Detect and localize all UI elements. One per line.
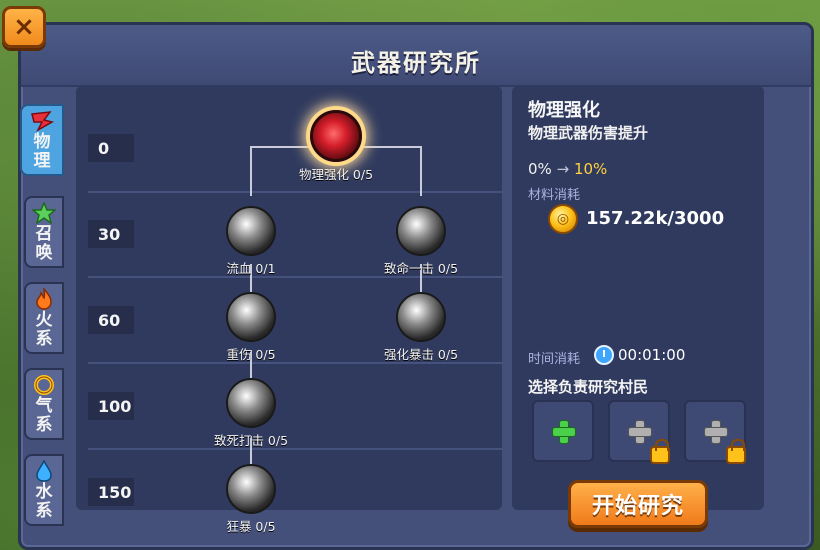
connector bbox=[250, 146, 252, 196]
cost-value: 157.22k/3000 bbox=[586, 208, 725, 229]
stat-next: 10% bbox=[573, 160, 608, 178]
divider bbox=[88, 191, 502, 193]
tier-label: 0 bbox=[88, 134, 134, 162]
skill-description: 物理武器伤害提升 bbox=[528, 124, 649, 142]
tab-label: 火 bbox=[35, 310, 53, 330]
skill-node-physical-boost[interactable]: 物理强化 0/5 bbox=[281, 110, 391, 183]
red-orb-icon bbox=[310, 110, 362, 162]
skill-tree: 0 30 60 100 150 物理强化 0/5 流血 0/1 致命一击 0/5… bbox=[76, 86, 502, 534]
page-title: 武器研究所 bbox=[351, 49, 481, 77]
time-value: 00:01:00 bbox=[618, 346, 686, 364]
skill-title: 物理强化 bbox=[528, 100, 600, 121]
tab-label: 系 bbox=[35, 501, 53, 521]
skill-node-critical[interactable]: 致命一击 0/5 bbox=[366, 206, 476, 277]
gold-coin-icon: ◎ bbox=[548, 204, 578, 234]
tab-label: 系 bbox=[35, 329, 53, 349]
stat-current: 0% bbox=[528, 160, 552, 178]
tab-water[interactable]: 水 系 bbox=[24, 454, 64, 526]
lock-icon bbox=[650, 439, 670, 464]
fire-icon bbox=[32, 288, 56, 310]
tab-fire[interactable]: 火 系 bbox=[24, 282, 64, 354]
red-wing-icon bbox=[30, 110, 54, 132]
time-label: 时间消耗 bbox=[528, 352, 581, 367]
skill-node-heavy-wound[interactable]: 重伤 0/5 bbox=[196, 292, 306, 363]
plus-icon bbox=[629, 421, 651, 443]
critical-strike-icon bbox=[396, 206, 446, 256]
tier-label: 100 bbox=[88, 392, 134, 420]
skill-name: 流血 0/1 bbox=[226, 261, 276, 276]
cost-label: 材料消耗 bbox=[528, 188, 581, 203]
skill-name: 重伤 0/5 bbox=[226, 347, 276, 362]
tab-label: 唤 bbox=[35, 243, 53, 263]
skill-name: 致死打击 0/5 bbox=[213, 433, 289, 448]
skill-detail-panel: 物理强化 物理武器伤害提升 0% → 10% 材料消耗 ◎ 157.22k/30… bbox=[512, 86, 764, 510]
vortex-icon bbox=[226, 292, 276, 342]
skill-node-bleed[interactable]: 流血 0/1 bbox=[196, 206, 306, 277]
villager-slot-3[interactable] bbox=[684, 400, 746, 464]
plus-icon bbox=[705, 421, 727, 443]
tab-label: 物 bbox=[33, 132, 51, 152]
stat-change: 0% → 10% bbox=[528, 160, 607, 178]
tier-label: 150 bbox=[88, 478, 134, 506]
fatal-blow-icon bbox=[226, 378, 276, 428]
skill-node-fatal-blow[interactable]: 致死打击 0/5 bbox=[196, 378, 306, 449]
green-star-icon bbox=[32, 202, 56, 224]
tier-label: 60 bbox=[88, 306, 134, 334]
plus-icon bbox=[553, 421, 575, 443]
blood-drop-icon bbox=[226, 206, 276, 256]
tab-summon[interactable]: 召 唤 bbox=[24, 196, 64, 268]
water-drop-icon bbox=[32, 460, 56, 482]
tab-label: 理 bbox=[33, 151, 51, 171]
skill-name: 致命一击 0/5 bbox=[383, 261, 459, 276]
tab-physical[interactable]: 物 理 bbox=[20, 104, 64, 176]
lock-icon bbox=[726, 439, 746, 464]
tier-label: 30 bbox=[88, 220, 134, 248]
skill-node-berserk[interactable]: 狂暴 0/5 bbox=[196, 464, 306, 535]
tab-label: 召 bbox=[35, 224, 53, 244]
tab-label: 气 bbox=[35, 396, 53, 416]
skill-node-enhanced-crit[interactable]: 强化暴击 0/5 bbox=[366, 292, 476, 363]
tab-wind[interactable]: 气 系 bbox=[24, 368, 64, 440]
tab-label: 水 bbox=[35, 482, 53, 502]
wind-ring-icon bbox=[32, 374, 56, 396]
skill-name: 物理强化 0/5 bbox=[298, 167, 374, 182]
arrow-right-icon: → bbox=[556, 160, 570, 178]
start-research-button[interactable]: 开始研究 bbox=[568, 480, 708, 528]
villager-slot-1[interactable] bbox=[532, 400, 594, 462]
skill-name: 狂暴 0/5 bbox=[226, 519, 276, 534]
close-button[interactable]: × bbox=[2, 6, 46, 48]
berserk-icon bbox=[226, 464, 276, 514]
connector bbox=[420, 146, 422, 196]
crossed-claws-icon bbox=[396, 292, 446, 342]
select-villager-label: 选择负责研究村民 bbox=[528, 378, 649, 396]
skill-name: 强化暴击 0/5 bbox=[383, 347, 459, 362]
tab-label: 系 bbox=[35, 415, 53, 435]
villager-slot-2[interactable] bbox=[608, 400, 670, 464]
clock-icon bbox=[594, 345, 614, 365]
